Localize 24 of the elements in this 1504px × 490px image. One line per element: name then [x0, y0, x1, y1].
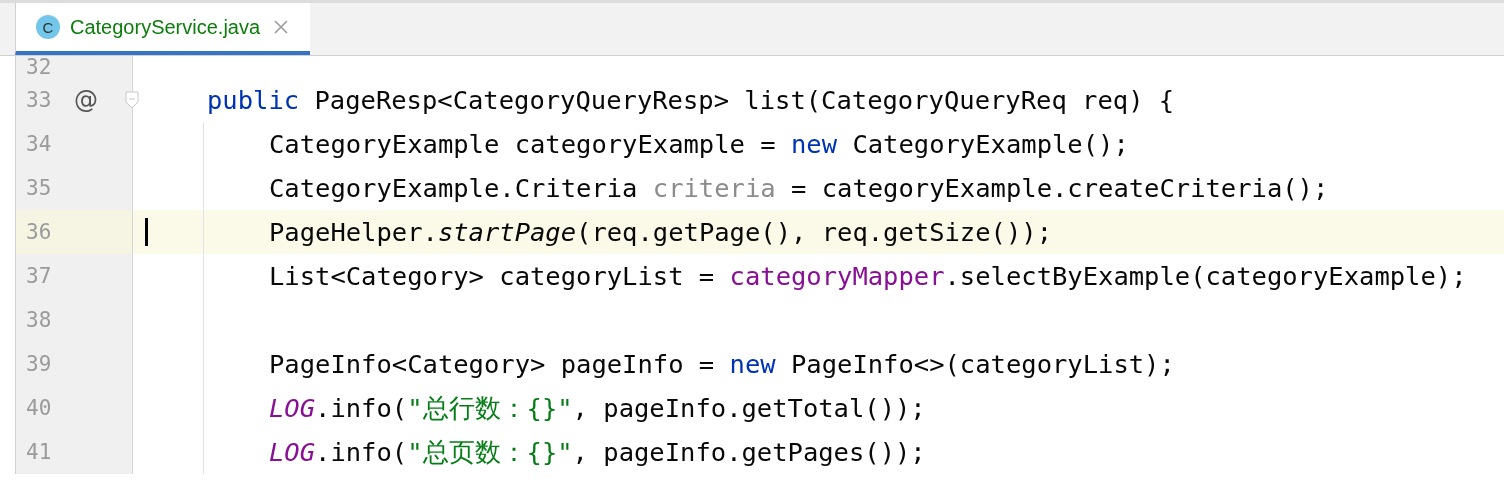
code-line: public PageResp<CategoryQueryResp> list(CategoryQueryReq req) { [207, 85, 1175, 115]
override-marker[interactable]: @ [74, 86, 98, 114]
code-line: CategoryExample.Criteria criteria = categoryExample.createCriteria(); [269, 173, 1329, 203]
line-number: 32 [25, 55, 53, 79]
close-icon[interactable] [274, 20, 289, 34]
line-number: 39 [25, 352, 53, 376]
code-line: PageHelper.startPage(req.getPage(), req.getSize()); [269, 217, 1052, 247]
line-number: 41 [25, 440, 53, 464]
code-line: List<Category> categoryList = categoryMapper.selectByExample(categoryExample); [269, 261, 1467, 291]
code-line: CategoryExample categoryExample = new CategoryExample(); [269, 129, 1129, 159]
line-number: 33 [25, 88, 53, 112]
code-line: PageInfo<Category> pageInfo = new PageInfo<>(categoryList); [269, 349, 1175, 379]
line-number: 35 [25, 176, 53, 200]
class-file-icon: C [36, 15, 60, 39]
line-number: 34 [25, 132, 53, 156]
code-line: LOG.info("总行数：{}", pageInfo.getTotal()); [269, 391, 926, 425]
line-number: 40 [25, 396, 53, 420]
fold-icon[interactable] [125, 91, 139, 109]
line-number: 38 [25, 308, 53, 332]
line-number: 37 [25, 264, 53, 288]
line-number: 36 [25, 220, 53, 244]
editor-tab[interactable]: C CategoryService.java [15, 3, 311, 55]
code-line: LOG.info("总页数：{}", pageInfo.getPages()); [269, 435, 926, 469]
text-cursor [145, 218, 148, 246]
